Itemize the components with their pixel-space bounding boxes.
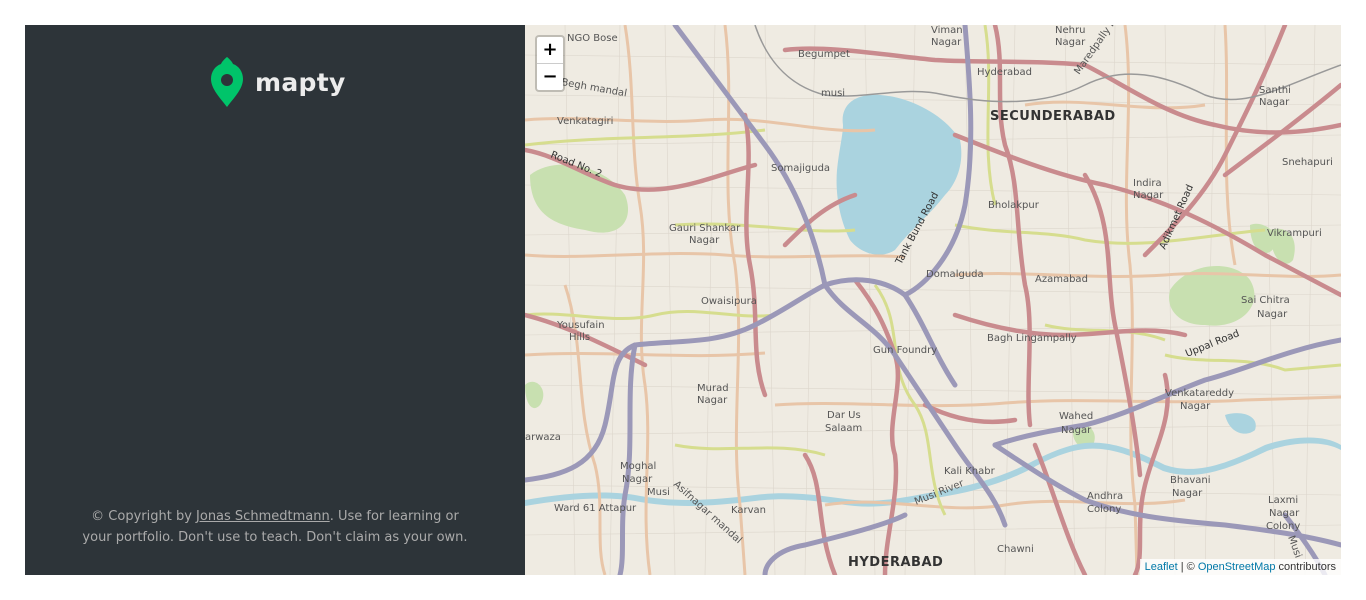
sidebar: mapty © Copyright by Jonas Schmedtmann. … <box>25 25 525 575</box>
label-nehru-1: Nehru <box>1055 25 1085 36</box>
label-snehapuri: Snehapuri <box>1282 157 1333 168</box>
label-moghal-1: Moghal <box>620 461 656 472</box>
label-laxmi-3: Colony <box>1266 521 1300 532</box>
label-bagh: Bagh Lingampally <box>987 333 1077 344</box>
zoom-in-button[interactable]: + <box>537 37 563 64</box>
label-secunderabad: SECUNDERABAD <box>990 109 1116 124</box>
copyright-prefix: © Copyright by <box>91 509 197 524</box>
label-laxmi-1: Laxmi <box>1268 495 1298 506</box>
label-moghal-2: Nagar <box>622 474 653 485</box>
zoom-out-button[interactable]: − <box>537 64 563 90</box>
attribution-tail: contributors <box>1275 561 1336 573</box>
label-venkatareddy-1: Venkatareddy <box>1165 388 1234 399</box>
label-darus-1: Dar Us <box>827 410 861 421</box>
label-wahed-1: Wahed <box>1059 411 1093 422</box>
app: mapty © Copyright by Jonas Schmedtmann. … <box>25 25 1341 575</box>
label-yousufain-1: Yousufain <box>556 320 605 331</box>
label-indira-2: Nagar <box>1133 190 1164 201</box>
logo: mapty <box>211 55 346 109</box>
leaflet-link[interactable]: Leaflet <box>1145 561 1178 573</box>
label-bholakpur: Bholakpur <box>988 200 1040 211</box>
label-gauri-2: Nagar <box>689 235 720 246</box>
copyright-text: © Copyright by Jonas Schmedtmann. Use fo… <box>75 506 475 548</box>
label-musi-1: Musi <box>647 487 670 498</box>
label-gun-foundry: Gun Foundry <box>873 345 937 356</box>
label-murad-1: Murad <box>697 383 729 394</box>
label-venkatareddy-2: Nagar <box>1180 401 1211 412</box>
attribution-sep: | © <box>1177 561 1198 573</box>
label-sai-2: Nagar <box>1257 309 1288 320</box>
osm-link[interactable]: OpenStreetMap <box>1198 561 1276 573</box>
brand-name: mapty <box>255 67 346 97</box>
label-karvan: Karvan <box>731 505 766 516</box>
label-owaisipura: Owaisipura <box>701 296 757 307</box>
label-viman-1: Viman <box>931 25 963 36</box>
label-hyderabad: HYDERABAD <box>848 555 943 570</box>
label-kali-khabr: Kali Khabr <box>944 466 996 477</box>
label-santhi-1: Santhi <box>1259 85 1291 96</box>
label-arwaza: arwaza <box>525 432 561 443</box>
map-pin-icon <box>211 57 243 107</box>
label-domalguda: Domalguda <box>926 269 984 280</box>
label-wahed-2: Nagar <box>1061 425 1092 436</box>
author-link[interactable]: Jonas Schmedtmann <box>196 509 330 524</box>
label-somajiguda: Somajiguda <box>771 163 830 174</box>
label-laxmi-2: Nagar <box>1269 508 1300 519</box>
label-indira-1: Indira <box>1133 178 1162 189</box>
label-musi-top: musi <box>821 88 845 99</box>
label-vikrampuri: Vikrampuri <box>1267 228 1322 239</box>
label-ward61: Ward 61 Attapur <box>554 503 637 514</box>
label-viman-2: Nagar <box>931 37 962 48</box>
label-bhavani-1: Bhavani <box>1170 475 1211 486</box>
label-gauri-1: Gauri Shankar <box>669 223 741 234</box>
label-bhavani-2: Nagar <box>1172 488 1203 499</box>
map[interactable]: SECUNDERABAD HYDERABAD Begumpet Viman Na… <box>525 25 1341 575</box>
label-sai-1: Sai Chitra <box>1241 295 1290 306</box>
label-nehru-2: Nagar <box>1055 37 1086 48</box>
label-andhra-2: Colony <box>1087 504 1121 515</box>
map-tiles[interactable]: SECUNDERABAD HYDERABAD Begumpet Viman Na… <box>525 25 1341 575</box>
label-murad-2: Nagar <box>697 395 728 406</box>
label-darus-2: Salaam <box>825 423 862 434</box>
zoom-control: + − <box>535 35 565 92</box>
label-yousufain-2: Hills <box>569 332 590 343</box>
label-azamabad: Azamabad <box>1035 274 1088 285</box>
label-ngo-bose: NGO Bose <box>567 33 618 44</box>
map-attribution: Leaflet | © OpenStreetMap contributors <box>1139 559 1341 575</box>
label-begumpet: Begumpet <box>798 49 850 60</box>
label-chawni: Chawni <box>997 544 1034 555</box>
label-santhi-2: Nagar <box>1259 97 1290 108</box>
label-andhra-1: Andhra <box>1087 491 1123 502</box>
label-venkatagiri: Venkatagiri <box>557 116 613 127</box>
label-hyderabad-small: Hyderabad <box>977 67 1032 78</box>
